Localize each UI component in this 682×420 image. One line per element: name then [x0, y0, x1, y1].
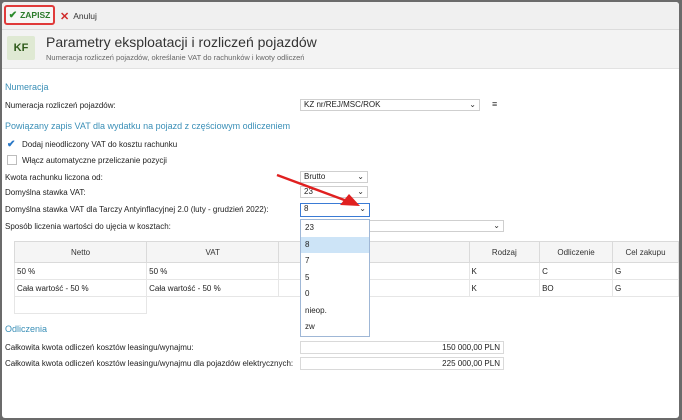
annotation-arrow [276, 173, 360, 206]
app-window: ✔ ZAPISZ ✕ Anuluj KF Parametry eksploata… [2, 2, 679, 418]
